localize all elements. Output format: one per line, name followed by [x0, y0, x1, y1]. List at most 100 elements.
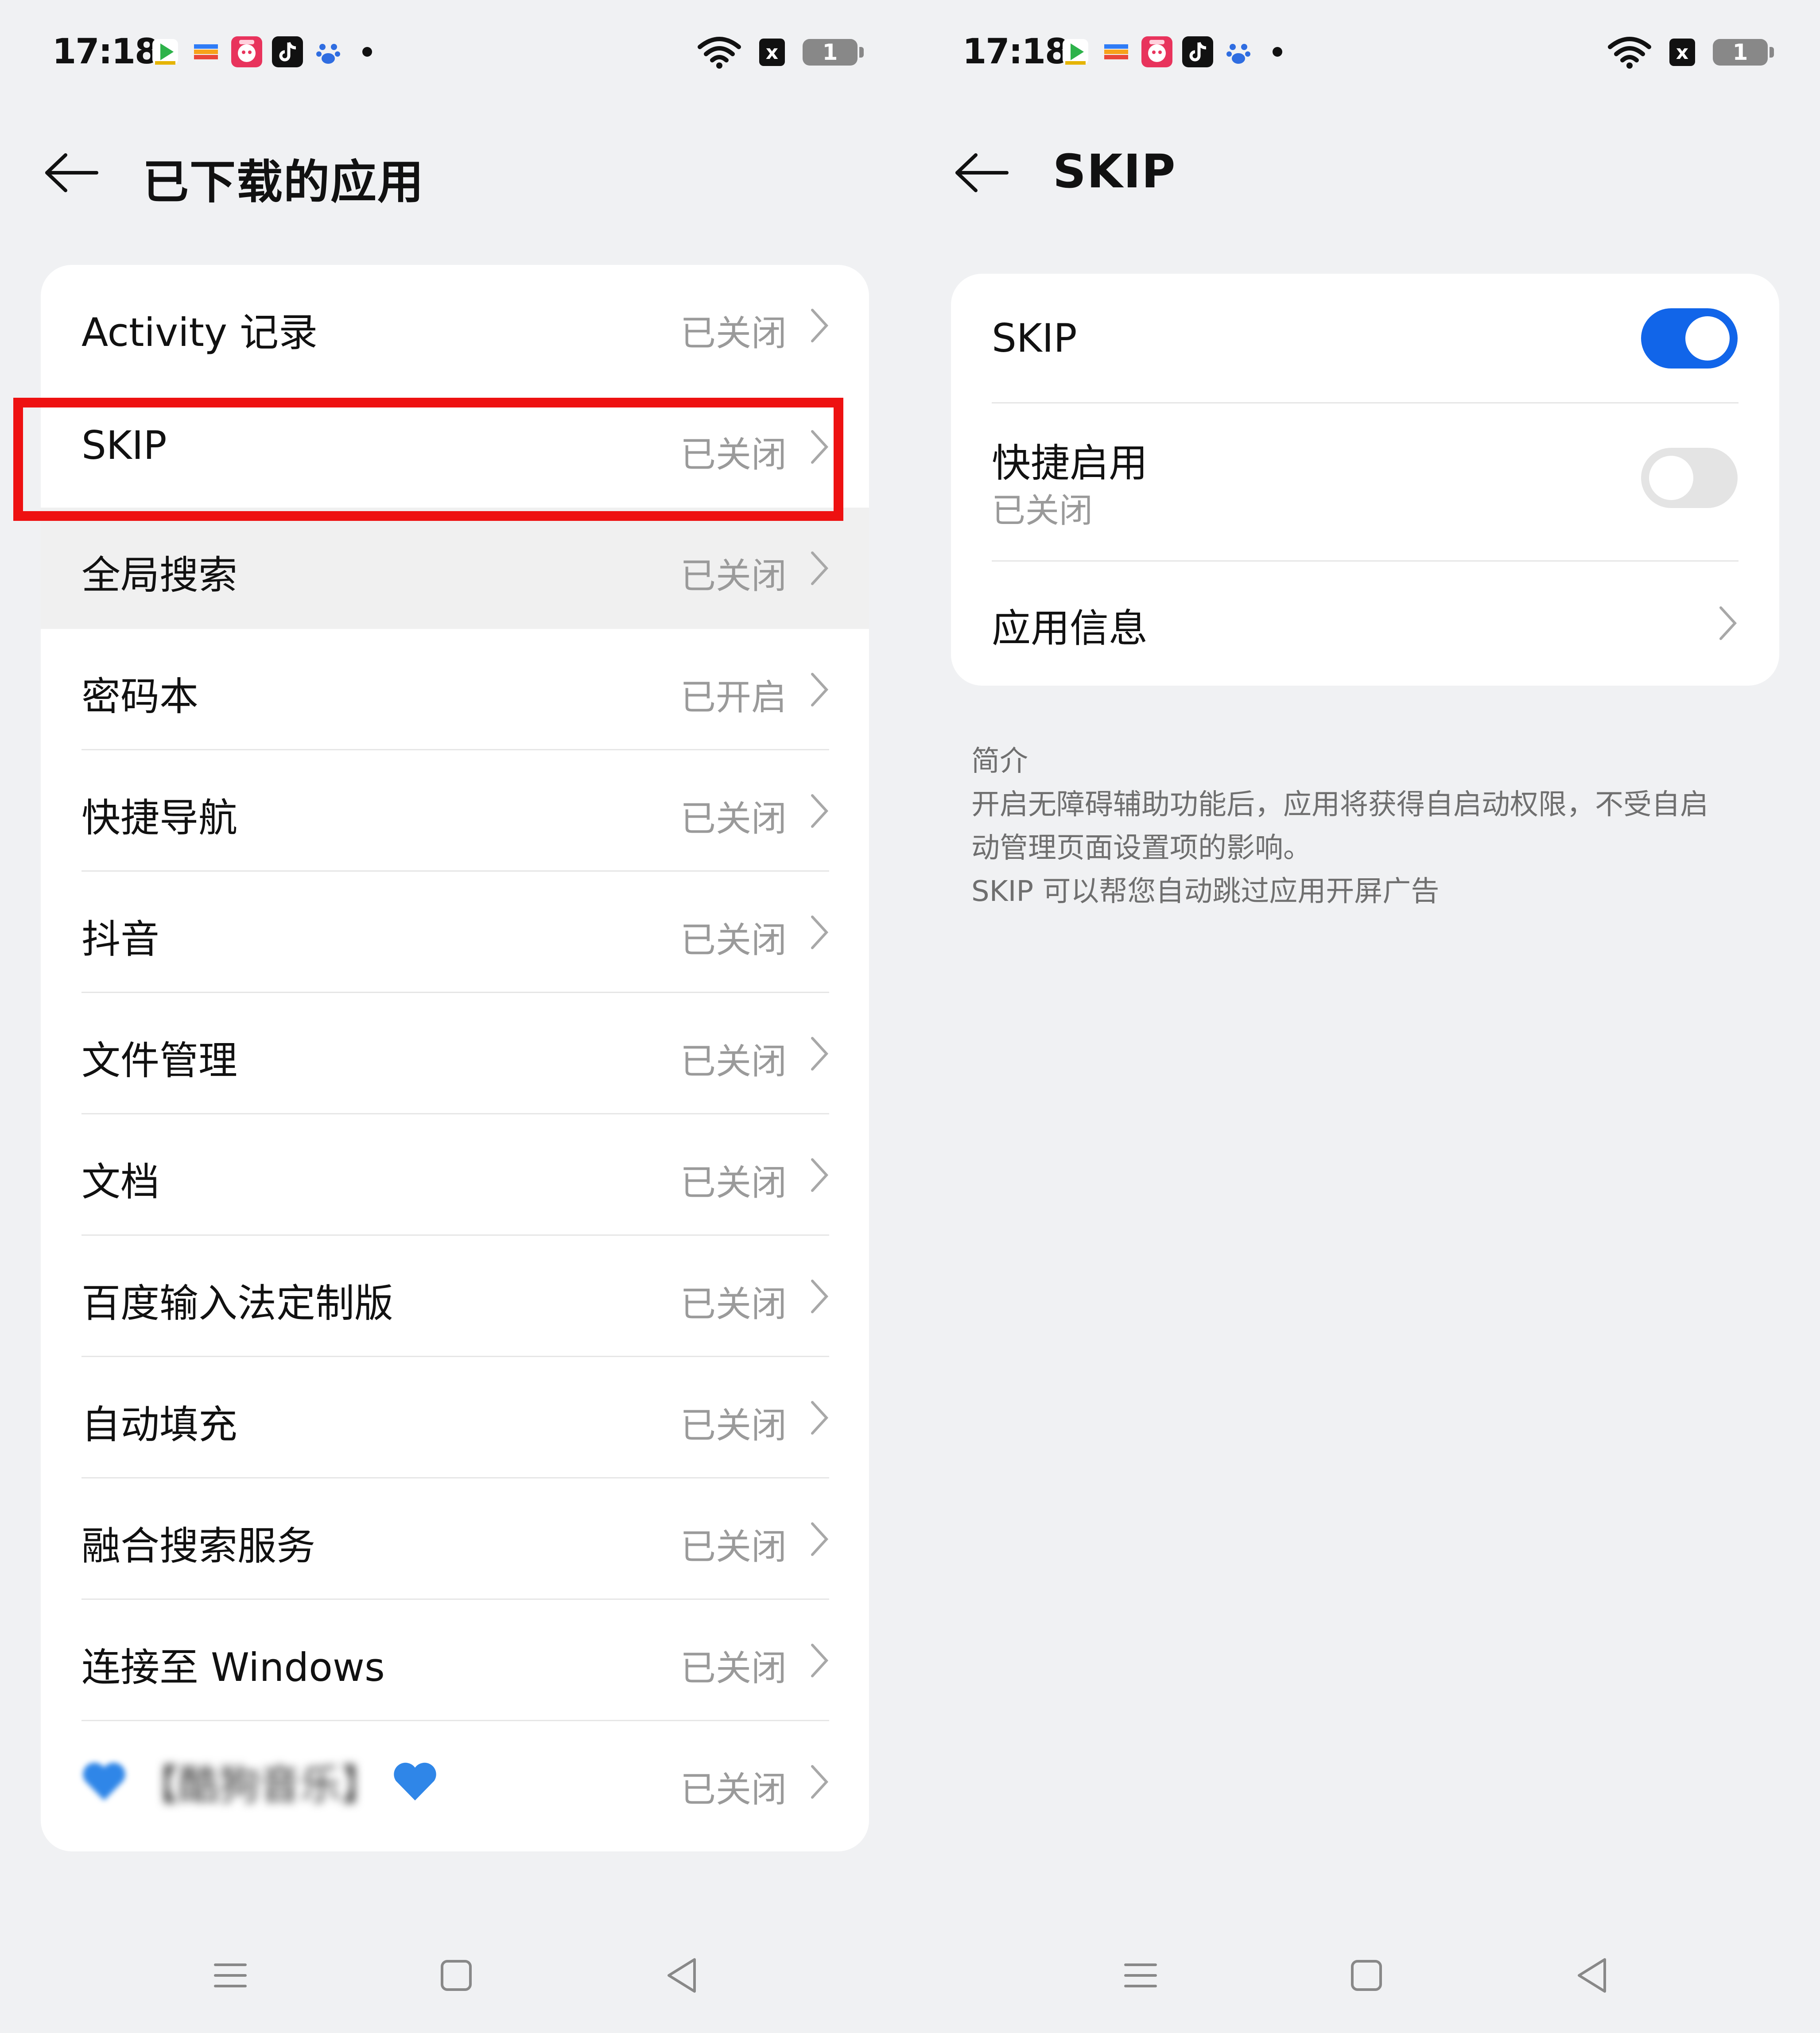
- back-arrow-icon[interactable]: [43, 151, 100, 195]
- list-item-baidu-ime[interactable]: 百度输入法定制版 已关闭: [41, 1236, 869, 1357]
- home-icon[interactable]: [434, 1953, 478, 1998]
- intro-line: SKIP 可以帮您自动跳过应用开屏广告: [971, 875, 1440, 908]
- notification-icons: [150, 36, 372, 67]
- chevron-right-icon: [811, 916, 829, 949]
- list-item-status: 已关闭: [680, 1162, 787, 1203]
- skip-settings-screen: 17:18 x 1 SKIP SKIP 快捷启用 已关闭 应用信息 简介 开启无…: [910, 0, 1820, 2033]
- wallet-icon: [190, 36, 221, 67]
- list-item-connect-windows[interactable]: 连接至 Windows 已关闭: [41, 1600, 869, 1721]
- list-item-file-manager[interactable]: 文件管理 已关闭: [41, 993, 869, 1114]
- list-item-label: 融合搜索服务: [81, 1523, 316, 1569]
- home-icon[interactable]: [1344, 1953, 1389, 1998]
- more-notifications-dot: [362, 47, 372, 57]
- list-item-label: 自动填充: [81, 1402, 238, 1447]
- list-item-label: 文件管理: [81, 1038, 238, 1083]
- status-bar: 17:18 x 1: [910, 0, 1820, 106]
- app-info-row[interactable]: 应用信息: [951, 562, 1779, 686]
- list-item-status: 已开启: [680, 677, 787, 718]
- chevron-right-icon: [811, 1037, 829, 1071]
- list-item-fusion-search[interactable]: 融合搜索服务 已关闭: [41, 1478, 869, 1600]
- list-item-label: 文档: [81, 1159, 160, 1205]
- list-item-label: 快捷导航: [81, 795, 238, 841]
- toggle-knob: [1685, 316, 1730, 361]
- intro-section: 简介 开启无障碍辅助功能后，应用将获得自启动权限，不受自启 动管理页面设置项的影…: [971, 740, 1777, 913]
- list-item-status: 已关闭: [680, 1405, 787, 1446]
- chevron-right-icon: [811, 1644, 829, 1677]
- skip-service-toggle[interactable]: [1641, 308, 1738, 369]
- baidu-icon: [1223, 36, 1254, 67]
- status-right-icons: x 1: [1607, 35, 1774, 70]
- status-bar: 17:18 x 1: [0, 0, 910, 106]
- quick-enable-toggle[interactable]: [1641, 448, 1738, 508]
- list-item-label: 百度输入法定制版: [81, 1280, 394, 1326]
- chevron-right-icon: [811, 309, 829, 342]
- list-item-autofill[interactable]: 自动填充 已关闭: [41, 1357, 869, 1478]
- chevron-right-icon: [811, 1401, 829, 1435]
- blue-heart-icon: [394, 1762, 436, 1800]
- list-item-password-book[interactable]: 密码本 已开启: [41, 629, 869, 750]
- list-item-label-blurred: 【酷狗音乐】: [80, 1752, 439, 1811]
- menu-icon[interactable]: [1118, 1953, 1163, 1998]
- list-item-status: 已关闭: [680, 798, 787, 839]
- baidu-icon: [313, 36, 344, 67]
- pinduoduo-icon: [1141, 36, 1172, 67]
- list-item-kugou-music[interactable]: 【酷狗音乐】 已关闭: [41, 1721, 869, 1843]
- list-item-activity[interactable]: Activity 记录 已关闭: [41, 265, 869, 386]
- back-arrow-icon[interactable]: [953, 151, 1010, 195]
- status-time: 17:18: [962, 32, 1069, 72]
- list-item-label: 抖音: [81, 916, 160, 962]
- list-item-douyin[interactable]: 抖音 已关闭: [41, 872, 869, 993]
- toggle-knob: [1649, 456, 1693, 500]
- list-item-quick-nav[interactable]: 快捷导航 已关闭: [41, 750, 869, 872]
- page-title: SKIP: [1053, 144, 1176, 198]
- page-header: 已下载的应用: [0, 133, 910, 209]
- chevron-right-icon: [811, 673, 829, 706]
- more-notifications-dot: [1273, 47, 1282, 57]
- chevron-right-icon: [811, 1765, 829, 1799]
- downloaded-apps-screen: 17:18 x 1 已下载的应用 Activity 记录 已关闭 SKIP 已关…: [0, 0, 910, 2033]
- list-item-label: 密码本: [81, 674, 199, 719]
- list-item-global-search[interactable]: 全局搜索 已关闭: [41, 508, 869, 629]
- tiktok-icon: [272, 36, 303, 67]
- list-item-status: 已关闭: [680, 1769, 787, 1810]
- list-item-documents[interactable]: 文档 已关闭: [41, 1114, 869, 1236]
- quick-enable-label: 快捷启用: [992, 440, 1148, 486]
- back-triangle-icon[interactable]: [1570, 1953, 1614, 1998]
- page-title: 已下载的应用: [143, 155, 425, 209]
- menu-icon[interactable]: [208, 1953, 252, 1998]
- skip-service-row[interactable]: SKIP: [951, 274, 1779, 402]
- status-time: 17:18: [52, 32, 159, 72]
- chevron-right-icon: [811, 551, 829, 585]
- chevron-right-icon: [811, 1280, 829, 1313]
- chevron-right-icon: [811, 1522, 829, 1556]
- battery-icon: 1: [1713, 39, 1774, 66]
- quick-enable-status: 已关闭: [992, 491, 1093, 530]
- list-item-label: 连接至 Windows: [81, 1645, 385, 1690]
- nfc-icon: x: [1669, 39, 1695, 66]
- quick-enable-row[interactable]: 快捷启用 已关闭: [951, 403, 1779, 560]
- tiktok-icon: [1182, 36, 1213, 67]
- blurred-app-name: 【酷狗音乐】: [137, 1761, 382, 1809]
- play-icon: [150, 36, 181, 67]
- list-item-status: 已关闭: [680, 1284, 787, 1325]
- list-item-status: 已关闭: [680, 1648, 787, 1689]
- blue-heart-icon: [83, 1762, 125, 1800]
- page-header: SKIP: [910, 133, 1820, 208]
- nfc-icon: x: [759, 39, 785, 66]
- intro-line: 开启无障碍辅助功能后，应用将获得自启动权限，不受自启: [971, 788, 1708, 821]
- battery-icon: 1: [803, 39, 864, 66]
- list-item-status: 已关闭: [680, 1526, 787, 1567]
- list-item-status: 已关闭: [680, 1041, 787, 1082]
- back-triangle-icon[interactable]: [660, 1953, 704, 1998]
- wallet-icon: [1101, 36, 1132, 67]
- skip-settings-card: SKIP 快捷启用 已关闭 应用信息: [951, 274, 1779, 686]
- app-info-label: 应用信息: [992, 605, 1148, 651]
- intro-heading: 简介: [971, 745, 1028, 778]
- list-item-status: 已关闭: [680, 313, 787, 354]
- list-item-label: Activity 记录: [81, 310, 318, 355]
- chevron-right-icon: [811, 794, 829, 828]
- list-item-status: 已关闭: [680, 920, 787, 961]
- play-icon: [1060, 36, 1091, 67]
- chevron-right-icon: [1719, 606, 1737, 640]
- status-right-icons: x 1: [697, 35, 864, 70]
